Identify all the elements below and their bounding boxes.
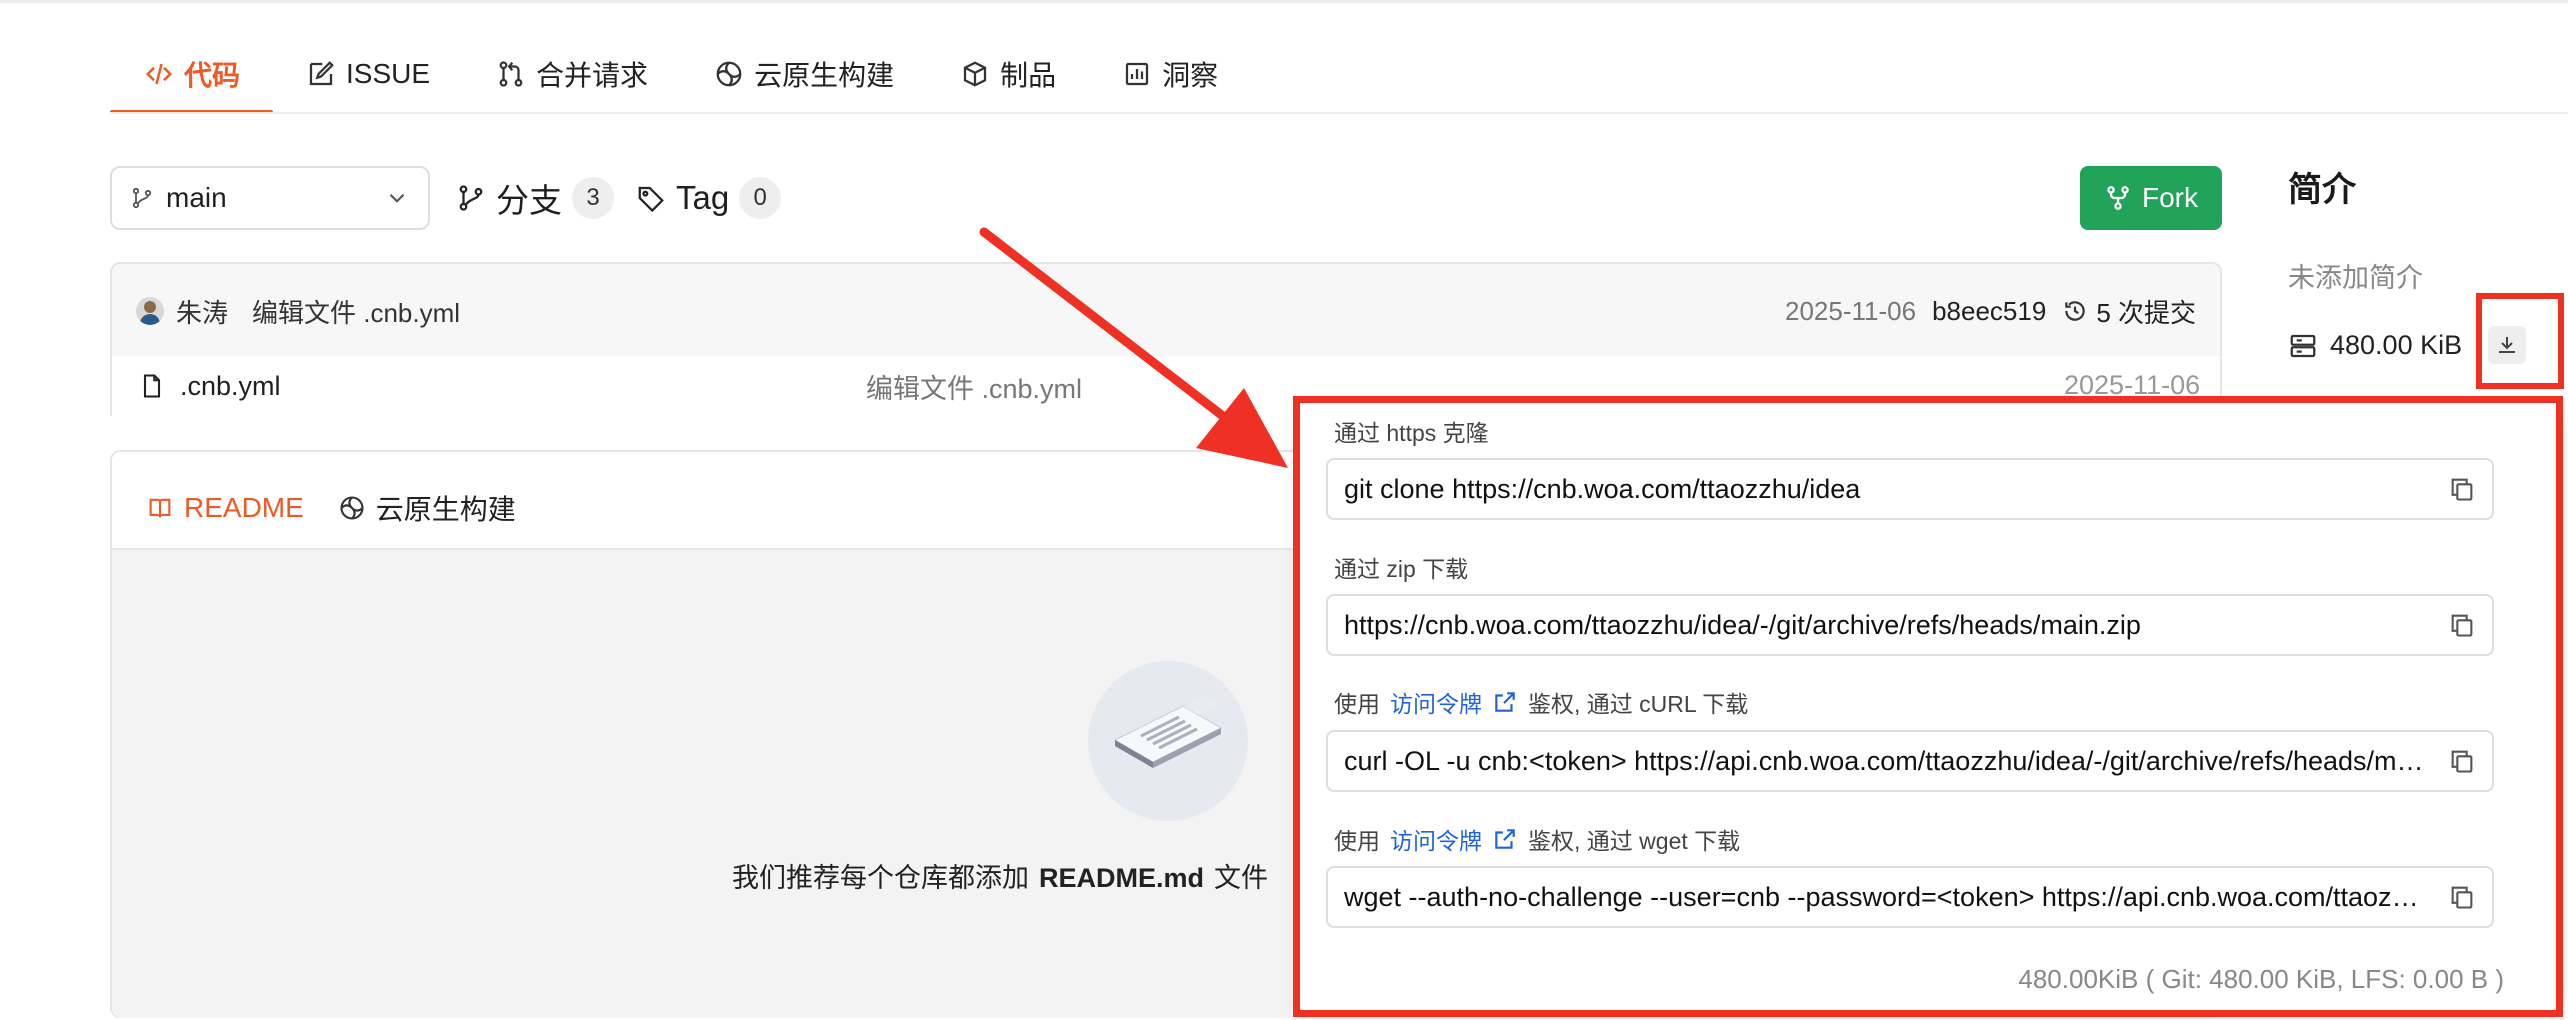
tab-cloud-build[interactable]: 云原生构建: [681, 44, 927, 104]
file-name[interactable]: .cnb.yml: [180, 371, 281, 402]
branches-count: 3: [572, 177, 614, 219]
tab-merge-request[interactable]: 合并请求: [463, 44, 681, 104]
readme-filename: README.md: [1039, 863, 1205, 893]
readme-suggestion: 我们推荐每个仓库都添加 README.md 文件: [732, 863, 1269, 893]
empty-document-illustration: [1088, 661, 1248, 821]
repo-size: 480.00 KiB: [2288, 330, 2462, 361]
branch-name: main: [166, 182, 227, 213]
branch-select[interactable]: main: [110, 166, 430, 230]
build-icon: [340, 496, 364, 520]
tabs-divider: [110, 112, 2568, 114]
chevron-down-icon: [389, 193, 405, 203]
tab-issue[interactable]: ISSUE: [273, 44, 463, 104]
book-icon: [149, 498, 171, 518]
fork-button[interactable]: Fork: [2080, 166, 2222, 230]
commit-count: 5 次提交: [2096, 297, 2196, 328]
repo-size-value: 480.00 KiB: [2330, 330, 2463, 360]
commit-history-link[interactable]: 5 次提交: [2062, 293, 2196, 330]
about-title: 简介: [2288, 171, 2356, 209]
tags-label: Tag: [676, 179, 730, 216]
download-button-highlight: [2476, 293, 2564, 389]
commit-message[interactable]: 编辑文件 .cnb.yml: [252, 293, 460, 330]
merge-icon: [499, 61, 523, 87]
fork-icon: [2107, 186, 2129, 210]
branches-link[interactable]: 分支 3: [456, 170, 614, 226]
build-icon: [716, 61, 742, 87]
storage-icon: [2290, 334, 2316, 357]
tab-code[interactable]: 代码: [110, 44, 274, 114]
tab-insights[interactable]: 洞察: [1089, 44, 1251, 104]
annotation-arrow: [979, 227, 1288, 468]
commit-date: 2025-11-06: [1785, 295, 1917, 326]
top-border: [0, 0, 2568, 3]
download-popup-highlight: [1293, 396, 2563, 1017]
branch-icon: [132, 187, 152, 209]
history-icon: [2065, 301, 2085, 321]
avatar[interactable]: [136, 297, 164, 325]
branch-icon: [459, 185, 483, 211]
tab-artifacts[interactable]: 制品: [927, 44, 1089, 104]
repo-tabs: 代码 ISSUE 合并请求 云原生构建 制品 洞察: [110, 44, 1251, 114]
commit-author[interactable]: 朱涛: [176, 293, 228, 330]
tab-readme[interactable]: README: [134, 480, 320, 552]
package-icon: [963, 61, 987, 87]
edit-icon: [309, 61, 334, 86]
code-icon: [145, 63, 173, 85]
commit-hash[interactable]: b8eec519: [1932, 296, 2046, 327]
chart-icon: [1125, 62, 1149, 86]
about-description: 未添加简介: [2288, 263, 2423, 293]
tags-link[interactable]: Tag 0: [636, 170, 782, 226]
file-icon: [143, 374, 161, 398]
tags-count: 0: [739, 177, 782, 219]
tag-icon: [638, 186, 664, 213]
tab-readme-cloud-build[interactable]: 云原生构建: [338, 480, 516, 536]
branches-label: 分支: [496, 182, 562, 219]
